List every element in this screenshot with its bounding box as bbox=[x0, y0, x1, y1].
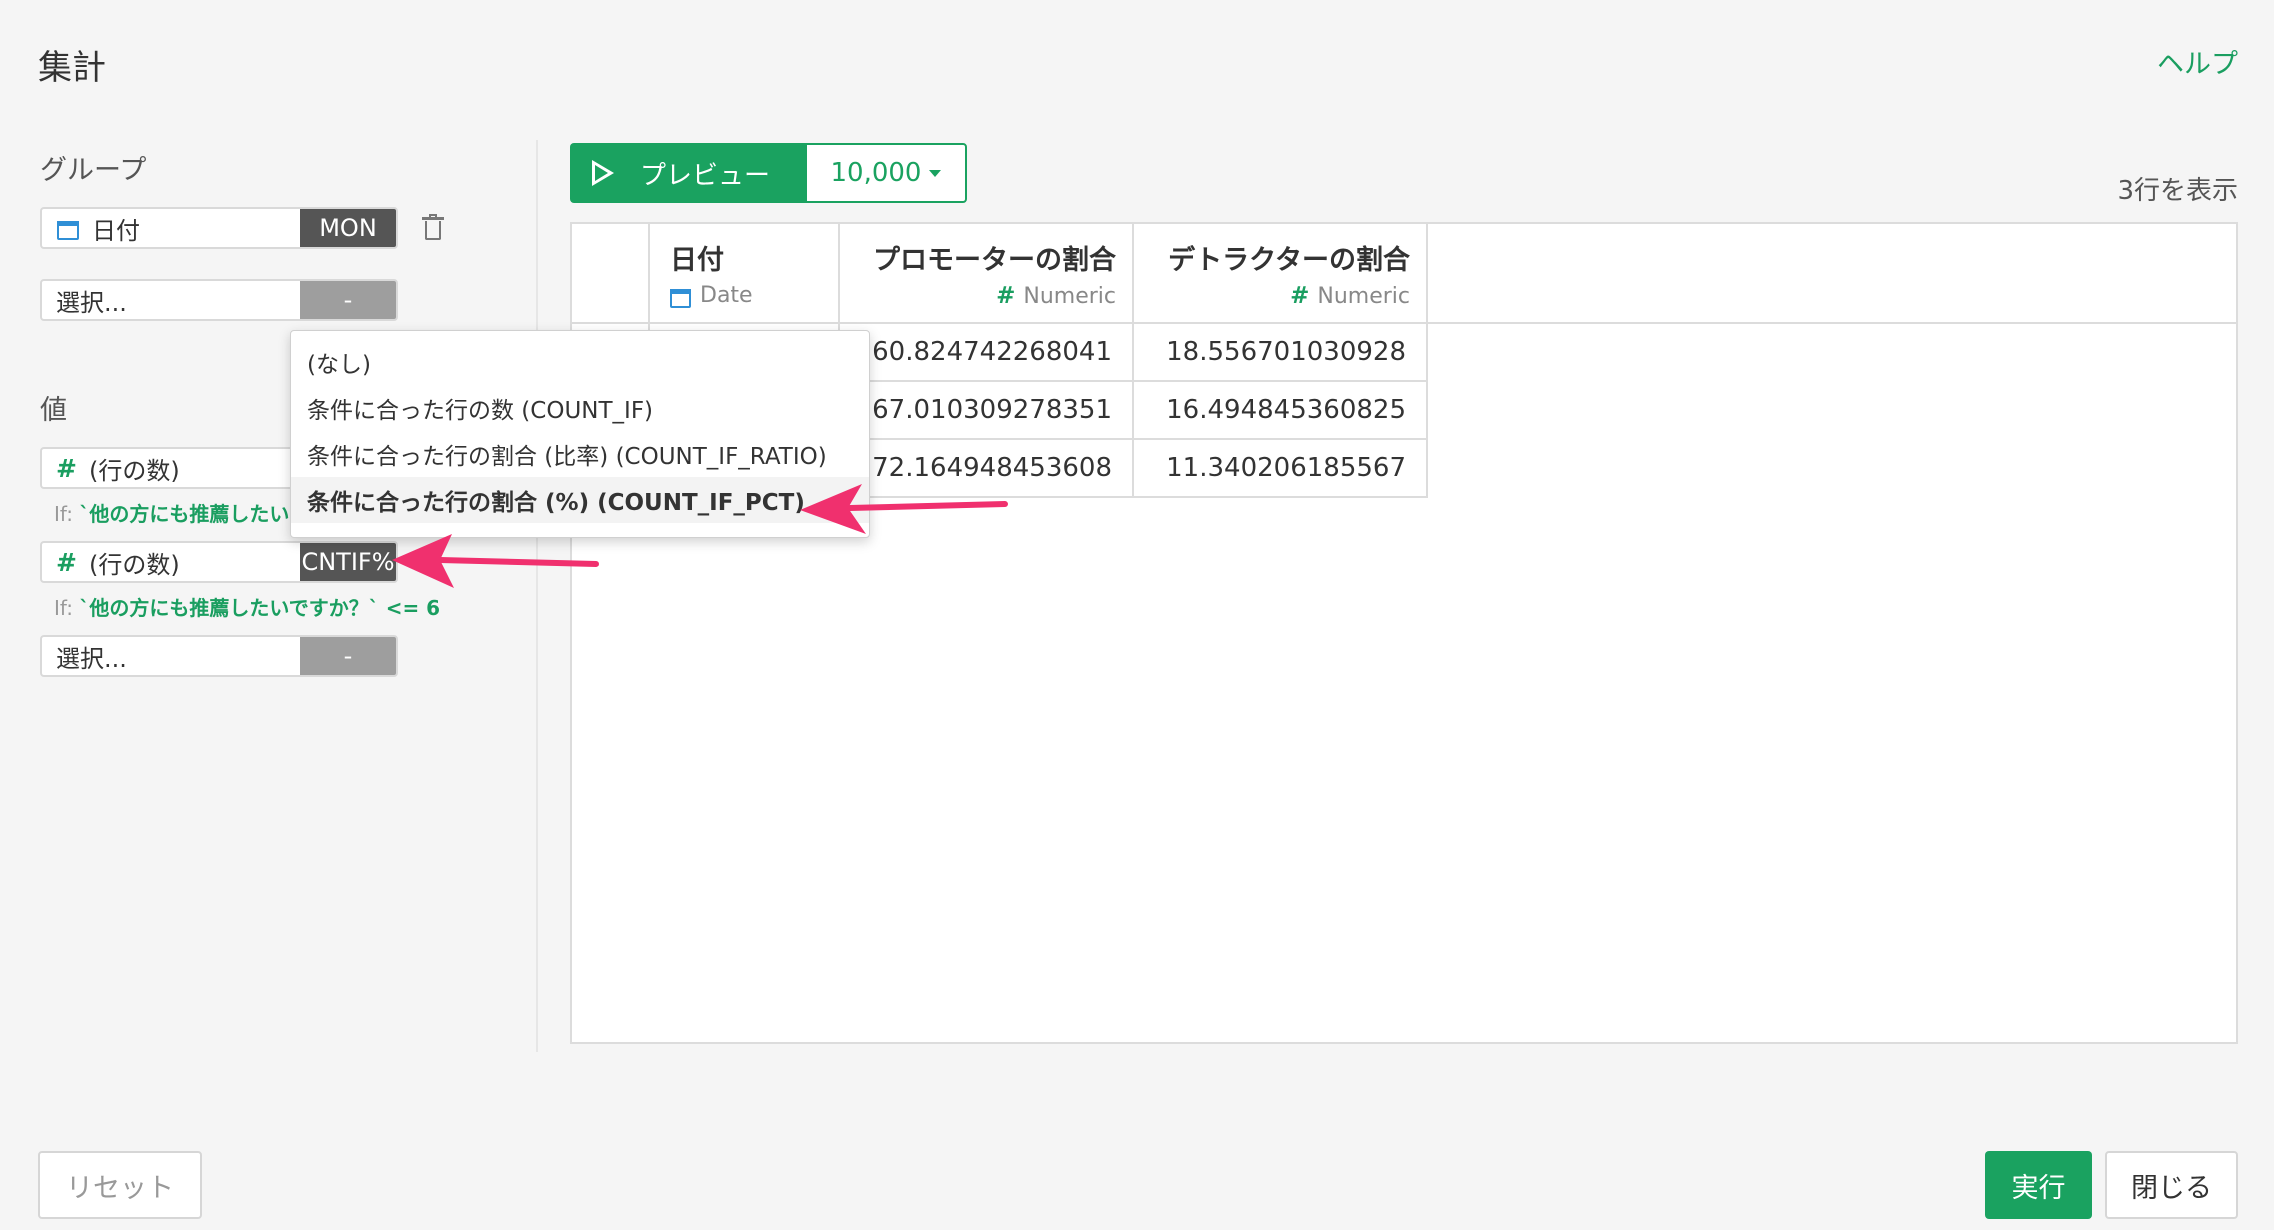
column-header-detractor[interactable]: デトラクターの割合 # Numeric bbox=[1134, 224, 1428, 324]
table-cell: 18.556701030928 bbox=[1134, 324, 1428, 382]
table-header: 日付 Date プロモーターの割合 # Numeric デトラクターの割合 # Nu… bbox=[572, 224, 2236, 324]
hash-icon: # bbox=[1290, 283, 1310, 309]
value-condition-2: If: `他の方にも推薦したいですか？` <= 6 bbox=[54, 596, 441, 620]
column-header-promoter[interactable]: プロモーターの割合 # Numeric bbox=[840, 224, 1134, 324]
group-select-function[interactable]: - bbox=[300, 281, 396, 319]
menu-item-count-if-ratio[interactable]: 条件に合った行の割合 (比率) (COUNT_IF_RATIO) bbox=[291, 431, 869, 477]
caret-down-icon bbox=[929, 169, 942, 177]
hash-icon: # bbox=[56, 453, 77, 483]
row-index-header bbox=[572, 224, 650, 324]
value-field-select[interactable]: 選択... - bbox=[40, 635, 398, 677]
column-type: Numeric bbox=[1317, 283, 1410, 309]
column-name: 日付 bbox=[670, 245, 724, 276]
value-function-button[interactable]: CNTIF% bbox=[300, 543, 396, 581]
trash-icon[interactable] bbox=[420, 214, 446, 242]
value-select-function[interactable]: - bbox=[300, 637, 396, 675]
column-name: デトラクターの割合 bbox=[1168, 245, 1410, 276]
group-field-date[interactable]: 日付 MON bbox=[40, 207, 398, 249]
function-dropdown-menu: (なし) 条件に合った行の数 (COUNT_IF) 条件に合った行の割合 (比率… bbox=[290, 330, 870, 538]
help-link[interactable]: ヘルプ bbox=[2157, 42, 2238, 81]
table-cell: 72.164948453608 bbox=[840, 440, 1134, 498]
menu-item-count-if[interactable]: 条件に合った行の数 (COUNT_IF) bbox=[291, 385, 869, 431]
group-field-select[interactable]: 選択... - bbox=[40, 279, 398, 321]
menu-item-count-if-pct[interactable]: 条件に合った行の割合 (%) (COUNT_IF_PCT) bbox=[291, 477, 869, 523]
play-icon bbox=[592, 160, 614, 186]
run-button[interactable]: 実行 bbox=[1985, 1151, 2092, 1219]
preview-rows-value: 10,000 bbox=[830, 158, 922, 188]
column-type: Date bbox=[700, 283, 753, 308]
value-field-name: (行の数) bbox=[88, 456, 180, 485]
panel-divider bbox=[536, 140, 538, 1052]
values-section-label: 値 bbox=[40, 395, 67, 426]
calendar-icon bbox=[670, 286, 691, 308]
table-cell: 67.010309278351 bbox=[840, 382, 1134, 440]
value-condition-1: If: `他の方にも推薦したい bbox=[54, 502, 290, 526]
group-field-name: 日付 bbox=[92, 216, 140, 245]
calendar-icon bbox=[56, 217, 79, 240]
table-cell: 16.494845360825 bbox=[1134, 382, 1428, 440]
group-section-label: グループ bbox=[40, 155, 147, 186]
dialog-title: 集計 bbox=[38, 48, 106, 88]
preview-button[interactable]: プレビュー bbox=[570, 143, 807, 203]
group-select-placeholder: 選択... bbox=[56, 288, 127, 317]
column-name: プロモーターの割合 bbox=[873, 245, 1116, 276]
hash-icon: # bbox=[56, 547, 77, 577]
table-cell: 11.340206185567 bbox=[1134, 440, 1428, 498]
value-select-placeholder: 選択... bbox=[56, 644, 127, 673]
group-function-button[interactable]: MON bbox=[300, 209, 396, 247]
value-field-name: (行の数) bbox=[88, 550, 180, 579]
column-header-date[interactable]: 日付 Date bbox=[650, 224, 840, 324]
reset-button[interactable]: リセット bbox=[38, 1151, 202, 1219]
menu-item-none[interactable]: (なし) bbox=[291, 339, 869, 385]
row-count-label: 3行を表示 bbox=[2117, 176, 2238, 206]
preview-button-label: プレビュー bbox=[640, 160, 771, 191]
hash-icon: # bbox=[996, 283, 1016, 309]
value-field-2[interactable]: # (行の数) CNTIF% bbox=[40, 541, 398, 583]
preview-rows-select[interactable]: 10,000 bbox=[805, 143, 967, 203]
table-cell: 60.824742268041 bbox=[840, 324, 1134, 382]
close-button[interactable]: 閉じる bbox=[2105, 1151, 2238, 1219]
column-type: Numeric bbox=[1023, 283, 1116, 309]
